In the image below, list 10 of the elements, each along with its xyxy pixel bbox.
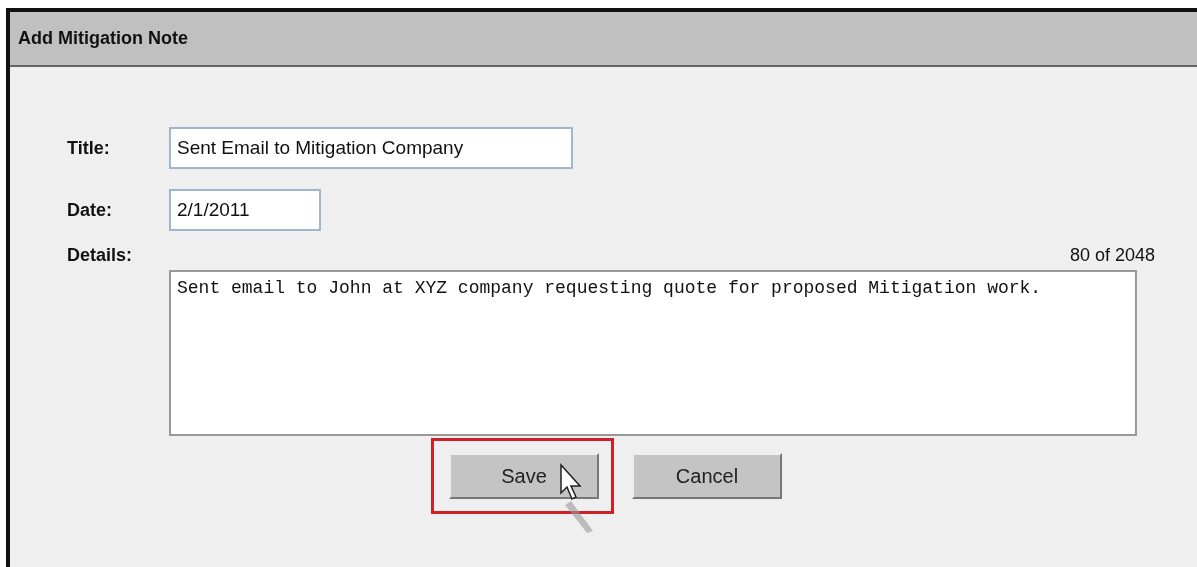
input-field[interactable]: Sent Email to Mitigation Company [169, 127, 573, 169]
dialog-button[interactable]: Cancel [632, 453, 782, 499]
character-counter: 80 of 2048 [1069, 245, 1155, 266]
dialog-button[interactable]: Save [449, 453, 599, 499]
field-label: Date: [67, 199, 113, 221]
details-textarea[interactable]: Sent email to John at XYZ company requesting quote for proposed Mitigation work. [169, 270, 1137, 436]
field-label: Title: [67, 137, 111, 159]
input-field[interactable]: 2/1/2011 [169, 189, 321, 231]
dialog-title: Add Mitigation Note [18, 28, 188, 49]
field-label: Details: [67, 245, 134, 266]
